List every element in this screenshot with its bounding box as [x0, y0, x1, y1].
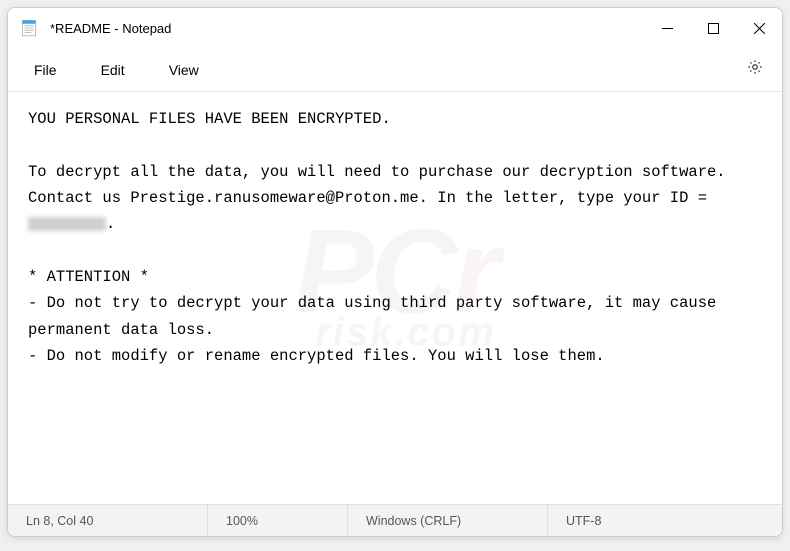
notepad-window: *README - Notepad File Edit View	[7, 7, 783, 537]
status-encoding[interactable]: UTF-8	[548, 505, 782, 536]
menu-view[interactable]: View	[151, 56, 217, 84]
settings-button[interactable]	[736, 52, 774, 87]
window-controls	[644, 8, 782, 48]
close-button[interactable]	[736, 8, 782, 48]
status-zoom[interactable]: 100%	[208, 505, 348, 536]
text-line: To decrypt all the data, you will need t…	[28, 163, 726, 181]
status-line-ending[interactable]: Windows (CRLF)	[348, 505, 548, 536]
menu-file[interactable]: File	[16, 56, 75, 84]
window-title: *README - Notepad	[50, 21, 644, 36]
text-line: * ATTENTION *	[28, 268, 149, 286]
minimize-button[interactable]	[644, 8, 690, 48]
status-cursor-position[interactable]: Ln 8, Col 40	[8, 505, 208, 536]
text-line: - Do not try to decrypt your data using …	[28, 294, 726, 338]
maximize-button[interactable]	[690, 8, 736, 48]
text-line: .	[106, 215, 115, 233]
statusbar: Ln 8, Col 40 100% Windows (CRLF) UTF-8	[8, 504, 782, 536]
titlebar: *README - Notepad	[8, 8, 782, 48]
redacted-id	[28, 217, 106, 231]
text-editor[interactable]: YOU PERSONAL FILES HAVE BEEN ENCRYPTED. …	[8, 92, 782, 504]
text-line: Contact us Prestige.ranusomeware@Proton.…	[28, 189, 716, 207]
gear-icon	[746, 63, 764, 80]
text-line: - Do not modify or rename encrypted file…	[28, 347, 605, 365]
menubar: File Edit View	[8, 48, 782, 92]
notepad-icon	[20, 19, 38, 37]
text-line: YOU PERSONAL FILES HAVE BEEN ENCRYPTED.	[28, 110, 391, 128]
menu-edit[interactable]: Edit	[83, 56, 143, 84]
